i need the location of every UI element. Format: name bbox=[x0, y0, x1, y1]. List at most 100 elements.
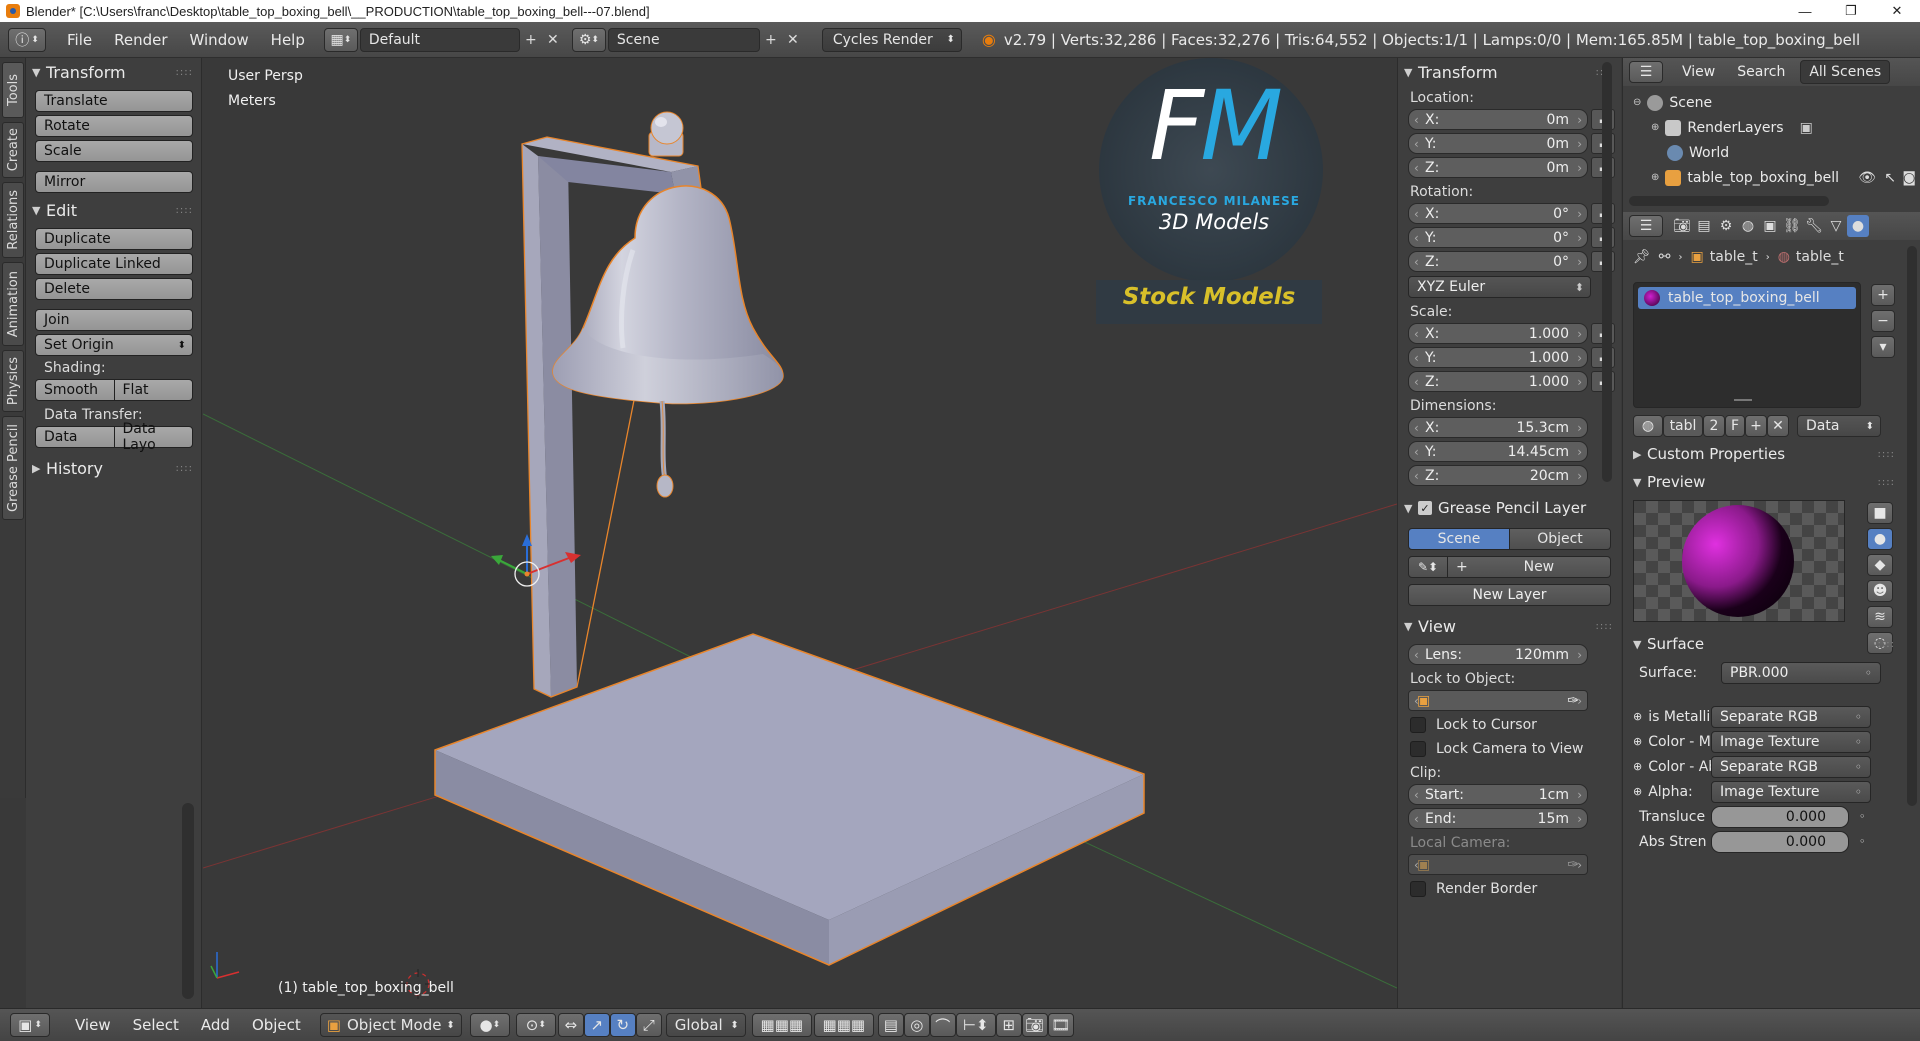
input-node-button[interactable]: Separate RGB bbox=[1711, 755, 1871, 778]
outliner-menu-search[interactable]: Search bbox=[1726, 64, 1796, 80]
grip-icon[interactable]: :::: bbox=[1878, 477, 1895, 488]
eyedropper-icon[interactable]: ✑ bbox=[1567, 693, 1579, 709]
rotate-manipulator-icon[interactable]: ↻ bbox=[609, 1013, 636, 1037]
menu-select[interactable]: Select bbox=[122, 1016, 190, 1034]
layers-group-1[interactable]: ▦▦▦ bbox=[751, 1013, 812, 1037]
snap-toggle-icon[interactable]: ⌒ bbox=[929, 1013, 956, 1037]
tab-animation[interactable]: Animation bbox=[2, 262, 24, 346]
lock-object-field[interactable]: ▣ ✑ bbox=[1408, 690, 1588, 711]
expand-input-icon[interactable]: ⊕ bbox=[1633, 760, 1642, 773]
new-material-button[interactable]: + bbox=[1745, 415, 1767, 437]
grip-icon[interactable]: :::: bbox=[176, 205, 193, 216]
transform-panel-header[interactable]: ▼ Transform :::: bbox=[26, 60, 201, 84]
grip-icon[interactable]: :::: bbox=[176, 463, 193, 474]
history-panel-header[interactable]: ▶ History :::: bbox=[26, 456, 201, 480]
scene-field[interactable]: Scene bbox=[607, 27, 760, 52]
delete-button[interactable]: Delete bbox=[35, 278, 193, 300]
menu-render[interactable]: Render bbox=[103, 31, 178, 49]
render-layer-toggle-icon[interactable]: ▣ bbox=[1800, 120, 1813, 136]
rotation-x-field[interactable]: X: 0° bbox=[1408, 203, 1588, 224]
local-camera-field[interactable]: ▣ ✑ bbox=[1408, 854, 1588, 875]
opengl-render-icon[interactable]: 📷︎ bbox=[1021, 1013, 1048, 1037]
scene-icon[interactable]: ⚙ ⬍ bbox=[571, 27, 606, 52]
renderable-camera-icon[interactable]: ◙ bbox=[1902, 170, 1916, 186]
3d-viewport[interactable]: User Persp Meters (1) table_top_boxing_b… bbox=[203, 58, 1397, 1008]
smooth-button[interactable]: Smooth bbox=[35, 379, 115, 401]
dimension-z-field[interactable]: Z: 20cm bbox=[1408, 465, 1588, 486]
preview-cube-icon[interactable]: ◆ bbox=[1867, 554, 1893, 576]
grease-pencil-layer-header[interactable]: ▼ ✓ Grease Pencil Layer bbox=[1398, 496, 1621, 520]
scale-x-field[interactable]: X: 1.000 bbox=[1408, 323, 1588, 344]
translate-manipulator-icon[interactable]: ↗ bbox=[583, 1013, 610, 1037]
grip-icon[interactable]: :::: bbox=[176, 67, 193, 78]
pencil-icon[interactable]: ✎⬍ bbox=[1408, 556, 1448, 578]
lock-to-cursor-row[interactable]: Lock to Cursor bbox=[1410, 717, 1621, 733]
menu-file[interactable]: File bbox=[56, 31, 103, 49]
close-button[interactable]: ✕ bbox=[1874, 0, 1920, 22]
eyedropper-icon[interactable]: ✑ bbox=[1567, 857, 1579, 873]
object-tab-icon[interactable]: ▣ bbox=[1759, 215, 1781, 237]
new-layer-button[interactable]: New Layer bbox=[1408, 584, 1611, 606]
outliner-h-scrollbar[interactable] bbox=[1629, 196, 1829, 206]
interaction-mode-dropdown[interactable]: ▣ Object Mode ⬍ bbox=[319, 1013, 462, 1037]
n-transform-header[interactable]: ▼ Transform :::: bbox=[1398, 60, 1621, 84]
menu-object[interactable]: Object bbox=[241, 1016, 312, 1034]
location-x-field[interactable]: X: 0m bbox=[1408, 109, 1588, 130]
grip-icon[interactable]: :::: bbox=[1596, 621, 1613, 632]
expand-input-icon[interactable]: ⊕ bbox=[1633, 710, 1642, 723]
remove-slot-button[interactable]: − bbox=[1871, 310, 1895, 332]
rotation-mode-dropdown[interactable]: XYZ Euler bbox=[1408, 276, 1591, 298]
data-layout-button[interactable]: Data Layo bbox=[114, 421, 193, 453]
bell-cap[interactable] bbox=[648, 111, 684, 157]
add-layout-icon[interactable]: + bbox=[520, 29, 542, 51]
material-tab-icon[interactable]: ● bbox=[1847, 215, 1869, 237]
n-view-header[interactable]: ▼ View :::: bbox=[1398, 614, 1621, 638]
grip-icon[interactable]: :::: bbox=[1878, 449, 1895, 460]
tab-physics[interactable]: Physics bbox=[2, 350, 24, 412]
opengl-animation-icon[interactable]: 🎞︎ bbox=[1047, 1013, 1074, 1037]
tab-grease-pencil[interactable]: Grease Pencil bbox=[2, 416, 24, 520]
abs-strength-slider[interactable]: 0.000 bbox=[1711, 830, 1849, 853]
mirror-button[interactable]: Mirror bbox=[35, 171, 193, 193]
outliner-row-renderlayers[interactable]: ⊕ RenderLayers ▣ bbox=[1623, 115, 1920, 140]
lock-to-cursor-checkbox[interactable] bbox=[1410, 717, 1426, 733]
rotate-button[interactable]: Rotate bbox=[35, 115, 193, 137]
pin-icon[interactable]: 📌︎ bbox=[1633, 249, 1651, 265]
outliner-menu-view[interactable]: View bbox=[1671, 64, 1726, 80]
input-node-button[interactable]: Image Texture bbox=[1711, 780, 1871, 803]
screen-layout-field[interactable]: Default bbox=[359, 27, 520, 52]
preview-flat-icon[interactable]: ■ bbox=[1867, 502, 1893, 524]
render-layers-tab-icon[interactable]: ▤ bbox=[1693, 215, 1715, 237]
constraints-tab-icon[interactable]: ⛓︎ bbox=[1781, 215, 1803, 237]
add-slot-button[interactable]: + bbox=[1871, 284, 1895, 306]
node-link-icon[interactable]: ◦ bbox=[1859, 835, 1866, 848]
data-tab-icon[interactable]: ▽ bbox=[1825, 215, 1847, 237]
screen-layout-icon[interactable]: ▦ ⬍ bbox=[323, 27, 358, 52]
duplicate-linked-button[interactable]: Duplicate Linked bbox=[35, 253, 193, 275]
lens-field[interactable]: Lens: 120mm bbox=[1408, 644, 1588, 665]
pivot-point-icon[interactable]: ⊙ ⬍ bbox=[515, 1013, 556, 1037]
add-scene-icon[interactable]: + bbox=[760, 29, 782, 51]
lock-layers-icon[interactable]: ▤ bbox=[877, 1013, 904, 1037]
material-name-field[interactable]: tabl bbox=[1663, 415, 1703, 437]
grip-icon[interactable]: :::: bbox=[1878, 639, 1895, 650]
world-tab-icon[interactable]: ◍ bbox=[1737, 215, 1759, 237]
tool-shelf-scrollbar[interactable] bbox=[182, 803, 194, 999]
n-panel-scrollbar[interactable] bbox=[1602, 62, 1612, 482]
remove-layout-icon[interactable]: ✕ bbox=[542, 29, 564, 51]
clip-end-field[interactable]: End: 15m bbox=[1408, 808, 1588, 829]
outliner-row-scene[interactable]: ⊖ Scene bbox=[1623, 90, 1920, 115]
expand-input-icon[interactable]: ⊕ bbox=[1633, 785, 1642, 798]
material-link-dropdown[interactable]: Data ⬍ bbox=[1797, 415, 1881, 437]
properties-scrollbar[interactable] bbox=[1907, 246, 1917, 806]
gp-new-button[interactable]: + New bbox=[1448, 556, 1611, 578]
gp-object-tab[interactable]: Object bbox=[1510, 528, 1611, 550]
edit-panel-header[interactable]: ▼ Edit :::: bbox=[26, 198, 201, 222]
menu-help[interactable]: Help bbox=[260, 31, 316, 49]
properties-editor-icon[interactable]: ☰ bbox=[1629, 215, 1663, 237]
tab-tools[interactable]: Tools bbox=[2, 62, 24, 118]
collapse-icon[interactable]: ⊖ bbox=[1633, 97, 1641, 108]
list-resize-grip[interactable] bbox=[1734, 399, 1752, 401]
input-node-button[interactable]: Separate RGB bbox=[1711, 705, 1871, 728]
render-border-row[interactable]: Render Border bbox=[1410, 881, 1621, 897]
